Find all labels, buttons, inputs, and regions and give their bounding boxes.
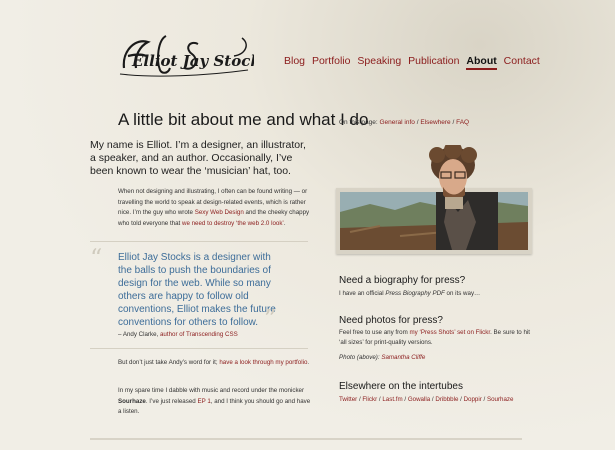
site-logo[interactable]: Elliot Jay Stocks <box>114 30 254 80</box>
attribution-prefix: – Andy Clarke, <box>118 331 160 338</box>
destroy-web20-link[interactable]: we need to destroy ‘the web 2.0 look’ <box>182 220 284 227</box>
body1-text-c: . <box>283 219 286 227</box>
body3-text-b: . I’ve just released <box>145 397 198 405</box>
elsewhere-links: Twitter / Flickr / Last.fm / Gowalla / D… <box>339 396 514 403</box>
photo-caption: Photo (above): Samantha Cliffe <box>339 354 425 361</box>
onpage-elsewhere-link[interactable]: Elsewhere <box>420 119 450 126</box>
portrait-head <box>425 141 481 209</box>
portfolio-paragraph: But don’t just take Andy’s word for it; … <box>118 358 314 369</box>
twitter-link[interactable]: Twitter <box>339 396 357 403</box>
nav-publication[interactable]: Publication <box>408 55 459 67</box>
sexy-web-design-link[interactable]: Sexy Web Design <box>195 209 244 216</box>
photos-text-a: Feel free to use any from <box>339 329 410 336</box>
bio-text-b: on its way… <box>444 290 481 297</box>
on-this-page-label: On this page: <box>339 119 380 126</box>
nav-contact[interactable]: Contact <box>504 55 540 67</box>
quote-attribution: – Andy Clarke, author of Transcending CS… <box>118 331 238 338</box>
sourhaze-name: Sourhaze <box>118 397 146 405</box>
nav-about[interactable]: About <box>466 55 497 70</box>
body2-text-b: . <box>307 359 310 366</box>
caption-prefix: Photo (above): <box>339 354 382 361</box>
logo-text: Elliot Jay Stocks <box>131 52 254 70</box>
quote-top-divider <box>90 241 308 242</box>
close-quote-mark: ” <box>264 305 277 333</box>
flickr-press-shots-link[interactable]: my ‘Press Shots’ set on Flickr <box>410 329 491 336</box>
press-photos-heading: Need photos for press? <box>339 315 443 326</box>
ep1-link[interactable]: EP 1 <box>197 398 210 405</box>
press-biography-pdf: Press Biography PDF <box>385 290 445 297</box>
sourhaze-link[interactable]: Sourhaze <box>487 396 514 403</box>
biography-heading: Need a biography for press? <box>339 275 466 286</box>
body-paragraph-writing: When not designing and illustrating, I o… <box>118 187 314 229</box>
page-title: A little bit about me and what I do <box>118 110 369 129</box>
gowalla-link[interactable]: Gowalla <box>408 396 430 403</box>
intro-paragraph: My name is Elliot. I’m a designer, an il… <box>90 139 306 177</box>
press-photos-text: Feel free to use any from my ‘Press Shot… <box>339 328 539 348</box>
music-paragraph: In my spare time I dabble with music and… <box>118 386 314 418</box>
open-quote-mark: “ <box>90 244 103 272</box>
quote-bottom-divider <box>90 348 308 349</box>
portfolio-link[interactable]: have a look through my portfolio <box>219 359 307 366</box>
nav-blog[interactable]: Blog <box>284 55 305 67</box>
footer-divider <box>90 438 522 440</box>
transcending-css-link[interactable]: author of Transcending CSS <box>160 331 238 338</box>
dribbble-link[interactable]: Dribbble <box>435 396 458 403</box>
body3-text-a: In my spare time I dabble with music and… <box>118 387 305 394</box>
nav-speaking[interactable]: Speaking <box>357 55 401 67</box>
flickr-link[interactable]: Flickr <box>362 396 377 403</box>
logo-script-graphic: Elliot Jay Stocks <box>119 35 254 77</box>
samantha-cliffe-link[interactable]: Samantha Cliffe <box>381 354 425 361</box>
body2-text-a: But don’t just take Andy’s word for it; <box>118 359 220 366</box>
onpage-general-info-link[interactable]: General info <box>379 119 414 126</box>
onpage-faq-link[interactable]: FAQ <box>456 119 469 126</box>
elsewhere-heading: Elsewhere on the intertubes <box>339 381 463 392</box>
lastfm-link[interactable]: Last.fm <box>382 396 402 403</box>
testimonial-quote: Elliot Jay Stocks is a designer with the… <box>118 252 276 328</box>
main-navigation: Blog Portfolio Speaking Publication Abou… <box>284 55 544 70</box>
biography-text: I have an official Press Biography PDF o… <box>339 289 539 299</box>
nav-portfolio[interactable]: Portfolio <box>312 55 351 67</box>
doppir-link[interactable]: Doppir <box>464 396 482 403</box>
on-this-page-nav: On this page: General info / Elsewhere /… <box>339 119 470 126</box>
bio-text-a: I have an official <box>339 290 386 297</box>
portrait-illustration <box>429 141 477 209</box>
